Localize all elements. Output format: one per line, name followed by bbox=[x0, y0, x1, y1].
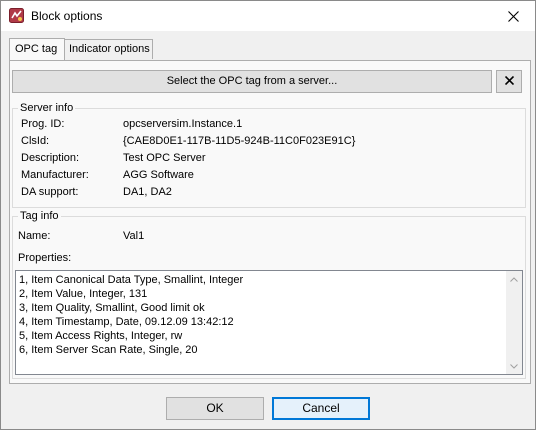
title-bar: Block options bbox=[1, 1, 535, 31]
tab-opc-tag[interactable]: OPC tag bbox=[9, 38, 65, 60]
da-support-value: DA1, DA2 bbox=[123, 186, 172, 198]
tag-info-legend: Tag info bbox=[18, 209, 61, 223]
description-value: Test OPC Server bbox=[123, 152, 206, 164]
select-opc-tag-button[interactable]: Select the OPC tag from a server... bbox=[12, 70, 492, 93]
tab-indicator-options[interactable]: Indicator options bbox=[63, 39, 153, 59]
property-line: 3, Item Quality, Smallint, Good limit ok bbox=[19, 302, 205, 314]
tag-name-label: Name: bbox=[18, 230, 51, 242]
clsid-label: ClsId: bbox=[21, 135, 50, 147]
ok-button[interactable]: OK bbox=[166, 397, 264, 420]
manufacturer-value: AGG Software bbox=[123, 169, 194, 181]
tab-opc-tag-label: OPC tag bbox=[15, 43, 58, 55]
clear-tag-button[interactable] bbox=[496, 70, 522, 93]
property-line: 4, Item Timestamp, Date, 09.12.09 13:42:… bbox=[19, 316, 234, 328]
close-icon bbox=[504, 75, 514, 88]
property-line: 2, Item Value, Integer, 131 bbox=[19, 288, 148, 300]
property-line: 1, Item Canonical Data Type, Smallint, I… bbox=[19, 274, 244, 286]
cancel-button[interactable]: Cancel bbox=[272, 397, 370, 420]
properties-text: 1, Item Canonical Data Type, Smallint, I… bbox=[19, 273, 243, 357]
properties-scrollbar[interactable] bbox=[506, 271, 522, 374]
window-close-icon[interactable] bbox=[491, 1, 535, 31]
property-line: 6, Item Server Scan Rate, Single, 20 bbox=[19, 344, 198, 356]
scroll-up-arrow-icon[interactable] bbox=[506, 271, 522, 287]
tag-name-value: Val1 bbox=[123, 230, 145, 242]
clsid-value: {CAE8D0E1-117B-11D5-924B-11C0F023E91C} bbox=[123, 135, 356, 147]
scroll-down-arrow-icon[interactable] bbox=[506, 358, 522, 374]
window-title: Block options bbox=[31, 9, 103, 23]
block-options-app-icon bbox=[9, 8, 24, 23]
properties-label: Properties: bbox=[18, 252, 72, 264]
property-line: 5, Item Access Rights, Integer, rw bbox=[19, 330, 183, 342]
opc-tag-panel: Select the OPC tag from a server... Serv… bbox=[9, 60, 531, 384]
properties-list[interactable]: 1, Item Canonical Data Type, Smallint, I… bbox=[15, 270, 523, 375]
description-label: Description: bbox=[21, 152, 80, 164]
prog-id-value: opcserversim.Instance.1 bbox=[123, 118, 243, 130]
prog-id-label: Prog. ID: bbox=[21, 118, 65, 130]
da-support-label: DA support: bbox=[21, 186, 79, 198]
manufacturer-label: Manufacturer: bbox=[21, 169, 89, 181]
tab-indicator-options-label: Indicator options bbox=[69, 43, 150, 55]
dialog-window: Block options OPC tag Indicator options … bbox=[0, 0, 536, 430]
server-info-legend: Server info bbox=[18, 101, 76, 115]
server-info-group: Server info Prog. ID: opcserversim.Insta… bbox=[12, 101, 526, 208]
